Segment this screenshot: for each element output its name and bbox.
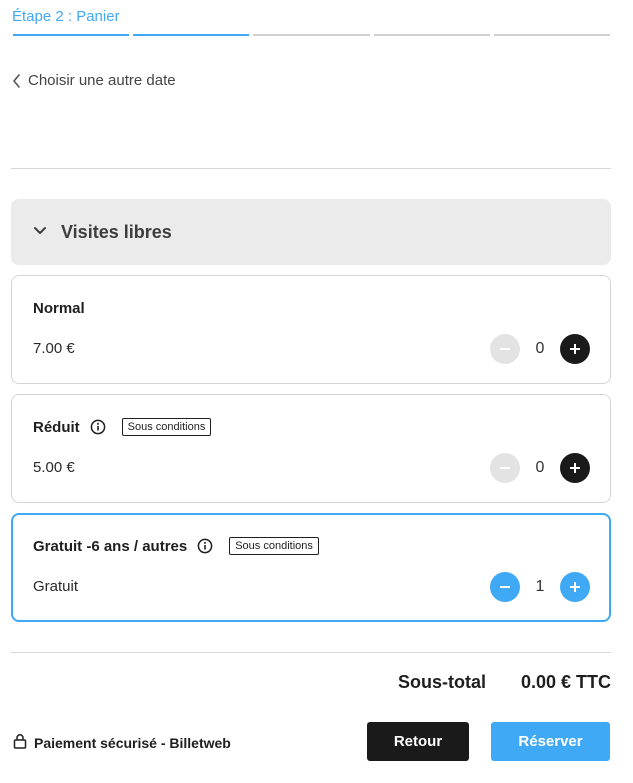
category-label: Visites libres — [61, 221, 172, 242]
secure-payment: Paiement sécurisé - Billetweb — [13, 733, 231, 752]
increase-button[interactable] — [560, 572, 590, 602]
ticket-gratuit: Gratuit -6 ans / autres Sous conditions … — [11, 513, 611, 622]
ticket-name-row: Réduit Sous conditions — [33, 415, 212, 439]
conditions-badge: Sous conditions — [229, 537, 319, 555]
quantity-value: 0 — [535, 459, 545, 476]
minus-icon — [500, 586, 510, 588]
progress-bar — [13, 34, 611, 37]
step-title: Étape 2 : Panier — [12, 8, 120, 25]
back-link-label: Choisir une autre date — [28, 72, 176, 89]
quantity-value: 1 — [535, 578, 545, 595]
divider — [11, 168, 611, 169]
conditions-badge: Sous conditions — [121, 418, 212, 436]
ticket-name: Réduit — [33, 418, 80, 436]
subtotal-row: Sous-total 0.00 € TTC — [398, 672, 611, 693]
category-visites-libres[interactable]: Visites libres — [11, 199, 611, 265]
lock-icon — [13, 733, 27, 752]
plus-icon — [570, 582, 580, 592]
ticket-name: Normal — [33, 299, 85, 317]
quantity-stepper: 0 — [490, 453, 590, 483]
progress-segment-5 — [493, 34, 611, 36]
book-button[interactable]: Réserver — [491, 722, 610, 761]
decrease-button[interactable] — [490, 572, 520, 602]
increase-button[interactable] — [560, 334, 590, 364]
ticket-name-row: Normal — [33, 296, 85, 320]
divider — [11, 652, 611, 653]
info-icon[interactable] — [90, 419, 106, 435]
progress-segment-1 — [13, 34, 130, 36]
progress-segment-2 — [133, 34, 250, 36]
decrease-button[interactable] — [490, 453, 520, 483]
subtotal-label: Sous-total — [397, 672, 486, 692]
ticket-name-row: Gratuit -6 ans / autres Sous conditions — [33, 534, 319, 558]
increase-button[interactable] — [560, 453, 590, 483]
plus-icon — [570, 344, 580, 354]
ticket-price: Gratuit — [33, 578, 79, 595]
quantity-value: 0 — [535, 340, 545, 357]
secure-payment-label: Paiement sécurisé - Billetweb — [34, 734, 231, 751]
quantity-stepper: 0 — [490, 334, 590, 364]
ticket-price: 7.00 € — [33, 340, 75, 357]
info-icon[interactable] — [197, 538, 213, 554]
progress-segment-4 — [373, 34, 490, 36]
ticket-normal: Normal 7.00 € 0 — [11, 275, 611, 384]
quantity-stepper: 1 — [490, 572, 590, 602]
ticket-name: Gratuit -6 ans / autres — [33, 537, 188, 555]
ticket-price: 5.00 € — [33, 459, 75, 476]
chevron-left-icon — [12, 73, 22, 88]
back-button[interactable]: Retour — [367, 722, 469, 761]
subtotal-value: 0.00 € TTC — [520, 672, 611, 692]
decrease-button[interactable] — [490, 334, 520, 364]
minus-icon — [500, 348, 510, 350]
choose-other-date-link[interactable]: Choisir une autre date — [12, 72, 176, 89]
ticket-reduit: Réduit Sous conditions 5.00 € 0 — [11, 394, 611, 503]
minus-icon — [500, 467, 510, 469]
plus-icon — [570, 463, 580, 473]
progress-segment-3 — [253, 34, 370, 36]
chevron-down-icon — [33, 223, 47, 241]
